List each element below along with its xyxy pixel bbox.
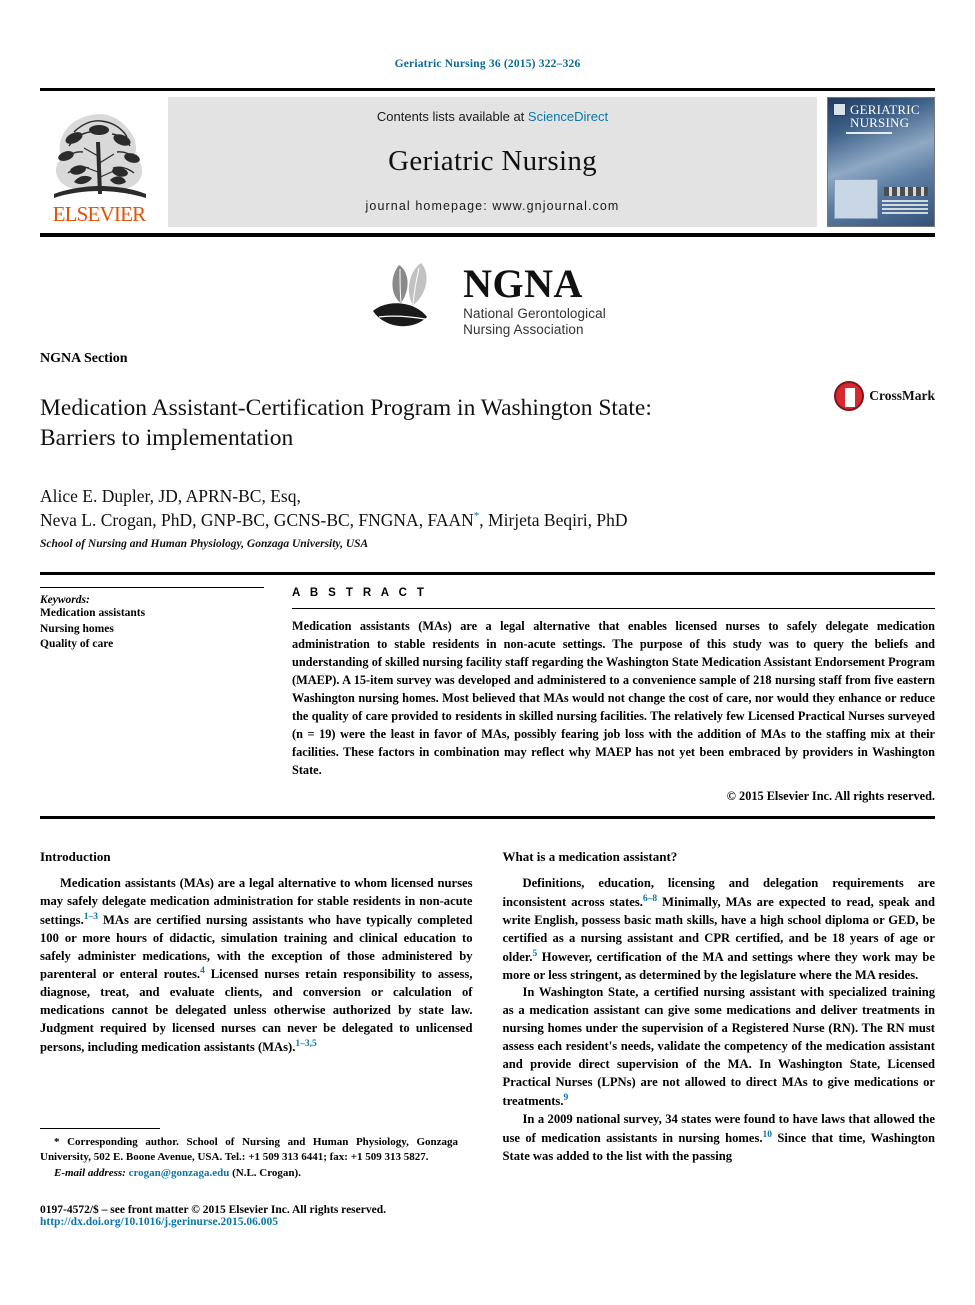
reference-marker[interactable]: 9 <box>563 1093 568 1103</box>
author-list: Alice E. Dupler, JD, APRN-BC, Esq, Neva … <box>40 484 935 534</box>
elsevier-wordmark: ELSEVIER <box>52 202 147 226</box>
journal-homepage[interactable]: journal homepage: www.gnjournal.com <box>366 199 620 213</box>
email-owner: (N.L. Crogan). <box>229 1166 301 1179</box>
abstract-rule <box>292 608 935 610</box>
article-title-line2: Barriers to implementation <box>40 425 294 452</box>
ngna-name-line1: National Gerontological <box>463 306 606 322</box>
paragraph: Definitions, education, licensing and de… <box>503 875 936 985</box>
journal-title: Geriatric Nursing <box>388 145 597 177</box>
paragraph: In Washington State, a certified nursing… <box>503 984 936 1110</box>
ngna-leaves-icon <box>373 263 428 327</box>
keyword-item: Quality of care <box>40 638 114 651</box>
email-label: E-mail address: <box>54 1166 126 1179</box>
column-left: Introduction Medication assistants (MAs)… <box>40 849 473 1166</box>
cover-square-icon <box>833 103 846 116</box>
paragraph-text: However, certification of the MA and set… <box>502 949 936 982</box>
elsevier-logo: ELSEVIER <box>40 97 158 227</box>
author-line-1: Alice E. Dupler, JD, APRN-BC, Esq, <box>40 485 301 506</box>
ngna-logo: NGNA National Gerontological Nursing Ass… <box>40 261 935 341</box>
journal-cover-thumbnail: GERIATRIC NURSING <box>827 97 935 227</box>
paragraph-text: In Washington State, a certified nursing… <box>502 985 936 1108</box>
keywords-block: Keywords: Medication assistants Nursing … <box>40 575 278 804</box>
heading-what-is-a-medication-assistant: What is a medication assistant? <box>502 848 678 864</box>
crossmark-badge[interactable]: CrossMark <box>834 381 935 411</box>
reference-marker[interactable]: 6–8 <box>643 894 657 904</box>
crossmark-label: CrossMark <box>869 388 935 403</box>
cover-barcode <box>884 187 928 196</box>
keyword-item: Nursing homes <box>40 622 114 635</box>
heading-introduction: Introduction <box>40 848 111 864</box>
abstract-bottom-rule <box>40 815 935 819</box>
abstract-copyright: © 2015 Elsevier Inc. All rights reserved… <box>726 788 935 803</box>
abstract-heading: A B S T R A C T <box>292 587 428 600</box>
contents-prefix: Contents lists available at <box>376 109 528 124</box>
doi-link[interactable]: http://dx.doi.org/10.1016/j.gerinurse.20… <box>40 1216 520 1228</box>
masthead-top-rule <box>40 88 935 91</box>
sciencedirect-link[interactable]: ScienceDirect <box>528 109 608 124</box>
author-line-2-pre: Neva L. Crogan, PhD, GNP-BC, GCNS-BC, FN… <box>40 510 474 531</box>
article-page: Geriatric Nursing 36 (2015) 322–326 ELSE… <box>0 0 975 1305</box>
body-columns: Introduction Medication assistants (MAs)… <box>40 849 935 1166</box>
footnote-rule <box>40 1128 160 1129</box>
footnote-block: * Corresponding author. School of Nursin… <box>40 1128 458 1181</box>
article-title-line1: Medication Assistant-Certification Progr… <box>40 394 652 421</box>
elsevier-tree-icon <box>54 114 146 198</box>
abstract-text: Medication assistants (MAs) are a legal … <box>292 619 935 777</box>
issn-line: 0197-4572/$ – see front matter © 2015 El… <box>40 1204 386 1216</box>
ngna-full-name: National Gerontological Nursing Associat… <box>463 306 606 337</box>
paragraph: Medication assistants (MAs) are a legal … <box>40 875 473 1057</box>
crossmark-icon <box>834 381 865 411</box>
journal-info-panel: Contents lists available at ScienceDirec… <box>168 97 817 227</box>
contents-available-line: Contents lists available at ScienceDirec… <box>377 109 608 124</box>
cover-text-lines <box>882 200 928 216</box>
paragraph: In a 2009 national survey, 34 states wer… <box>503 1111 936 1166</box>
column-right: What is a medication assistant? Definiti… <box>503 849 936 1166</box>
cover-panel <box>834 179 878 219</box>
page-title: Medication Assistant-Certification Progr… <box>40 393 834 454</box>
reference-marker[interactable]: 10 <box>763 1130 773 1140</box>
corresponding-author-note: * Corresponding author. School of Nursin… <box>40 1135 458 1181</box>
running-head: Geriatric Nursing 36 (2015) 322–326 <box>394 58 581 70</box>
journal-masthead: ELSEVIER Contents lists available at Sci… <box>40 88 935 237</box>
reference-marker[interactable]: 1–3,5 <box>295 1039 316 1049</box>
title-row: Medication Assistant-Certification Progr… <box>40 377 935 470</box>
cover-header: GERIATRIC NURSING <box>833 103 929 129</box>
cover-title-line2: NURSING <box>850 115 910 130</box>
abstract-block: A B S T R A C T Medication assistants (M… <box>278 575 935 804</box>
keyword-item: Medication assistants <box>40 607 146 620</box>
cover-journal-name: GERIATRIC NURSING <box>850 103 920 129</box>
cover-divider <box>846 132 892 134</box>
affiliation: School of Nursing and Human Physiology, … <box>40 538 369 551</box>
footnote-text: Corresponding author. School of Nursing … <box>40 1136 458 1164</box>
section-label: NGNA Section <box>40 351 128 366</box>
keywords-rule <box>40 587 264 589</box>
author-line-2-post: , Mirjeta Beqiri, PhD <box>479 510 628 531</box>
ngna-acronym: NGNA <box>463 261 583 307</box>
imprint-block: 0197-4572/$ – see front matter © 2015 El… <box>40 1204 520 1228</box>
abstract-row: Keywords: Medication assistants Nursing … <box>40 575 935 804</box>
masthead-bottom-rule <box>40 233 935 237</box>
ngna-name-line2: Nursing Association <box>463 322 584 337</box>
email-link[interactable]: crogan@gonzaga.edu <box>129 1167 230 1179</box>
keywords-label: Keywords: <box>40 594 90 607</box>
reference-marker[interactable]: 1–3 <box>84 912 98 922</box>
